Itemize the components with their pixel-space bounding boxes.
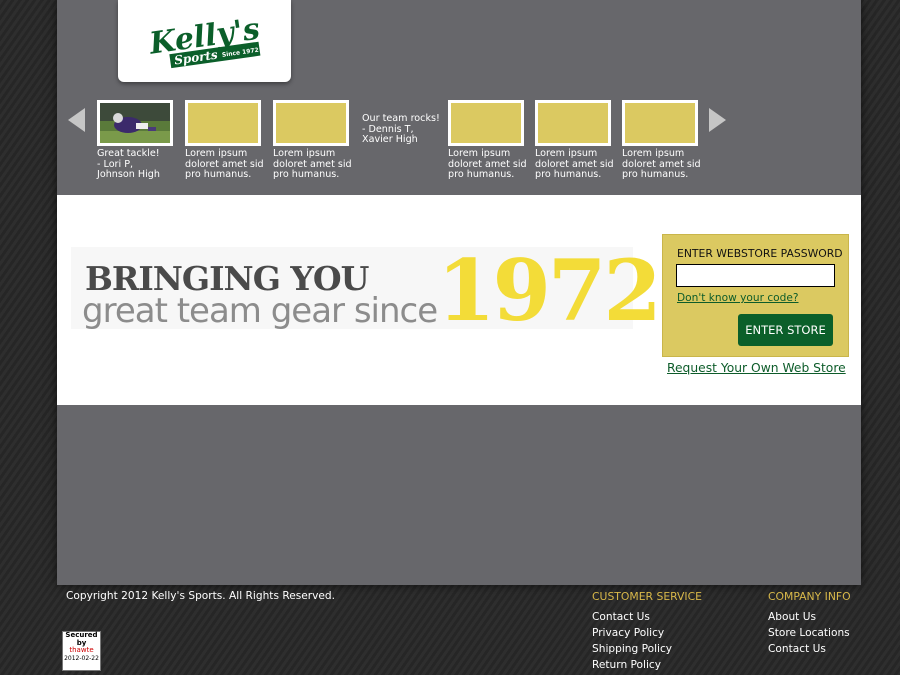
- footer-link-about-us[interactable]: About Us: [768, 609, 851, 625]
- banner-subheadline: great team gear since: [82, 291, 438, 331]
- webstore-password-input[interactable]: [676, 264, 835, 287]
- carousel-thumbnail[interactable]: [535, 100, 611, 146]
- footer-link-contact-us-2[interactable]: Contact Us: [768, 641, 851, 657]
- copyright-text: Copyright 2012 Kelly's Sports. All Right…: [66, 590, 336, 602]
- webstore-login-box: ENTER WEBSTORE PASSWORD Don't know your …: [662, 234, 849, 357]
- page-container: Kelly's Sports Since 1972 Great tackle! …: [57, 0, 861, 585]
- hero-banner: BRINGING YOU great team gear since 1972: [71, 241, 662, 340]
- carousel-thumbnail[interactable]: [448, 100, 524, 146]
- carousel-item[interactable]: Great tackle! - Lori P, Johnson High: [97, 100, 177, 181]
- carousel-item[interactable]: Lorem ipsum doloret amet sid pro humanus…: [535, 100, 615, 181]
- footer-link-privacy-policy[interactable]: Privacy Policy: [592, 625, 702, 641]
- carousel-next-button[interactable]: [709, 108, 727, 136]
- carousel-thumbnail[interactable]: [622, 100, 698, 146]
- hero-band: BRINGING YOU great team gear since 1972 …: [57, 195, 861, 405]
- logo-card[interactable]: Kelly's Sports Since 1972: [118, 0, 291, 82]
- request-web-store-link[interactable]: Request Your Own Web Store: [667, 361, 846, 375]
- carousel-item[interactable]: Lorem ipsum doloret amet sid pro humanus…: [448, 100, 528, 181]
- company-info-heading: COMPANY INFO: [768, 590, 851, 603]
- carousel-caption: Lorem ipsum doloret amet sid pro humanus…: [448, 148, 527, 181]
- customer-service-heading: CUSTOMER SERVICE: [592, 590, 702, 603]
- secured-badge-date: 2012-02-22: [64, 654, 99, 662]
- carousel-item[interactable]: Lorem ipsum doloret amet sid pro humanus…: [622, 100, 702, 181]
- carousel-caption: Great tackle! - Lori P, Johnson High: [97, 148, 160, 181]
- banner-year: 1972: [437, 241, 662, 340]
- carousel-caption: Lorem ipsum doloret amet sid pro humanus…: [535, 148, 614, 181]
- footer-link-contact-us[interactable]: Contact Us: [592, 609, 702, 625]
- footer-company-info: COMPANY INFO About Us Store Locations Co…: [768, 590, 851, 657]
- arrow-left-icon: [68, 108, 85, 132]
- footer-link-store-locations[interactable]: Store Locations: [768, 625, 851, 641]
- carousel-caption: Lorem ipsum doloret amet sid pro humanus…: [273, 148, 352, 181]
- enter-store-button[interactable]: ENTER STORE: [738, 314, 833, 346]
- footer-link-return-policy[interactable]: Return Policy: [592, 657, 702, 673]
- secured-badge-line3: thawte: [69, 646, 94, 654]
- football-tackle-photo: [100, 103, 170, 143]
- footer-customer-service: CUSTOMER SERVICE Contact Us Privacy Poli…: [592, 590, 702, 673]
- forgot-code-link[interactable]: Don't know your code?: [677, 292, 799, 304]
- carousel-thumbnail-photo[interactable]: [97, 100, 173, 146]
- carousel-quote: Our team rocks! - Dennis T, Xavier High: [362, 113, 440, 146]
- password-label: ENTER WEBSTORE PASSWORD: [677, 247, 843, 260]
- carousel-caption: Lorem ipsum doloret amet sid pro humanus…: [622, 148, 701, 181]
- carousel-thumbnail[interactable]: [273, 100, 349, 146]
- carousel-caption: Lorem ipsum doloret amet sid pro humanus…: [185, 148, 264, 181]
- arrow-right-icon: [709, 108, 726, 132]
- secured-badge[interactable]: Secured by thawte 2012-02-22: [62, 631, 101, 671]
- carousel-item[interactable]: Lorem ipsum doloret amet sid pro humanus…: [273, 100, 353, 181]
- footer-link-shipping-policy[interactable]: Shipping Policy: [592, 641, 702, 657]
- kellys-logo: Kelly's Sports Since 1972: [146, 12, 262, 69]
- carousel-thumbnail[interactable]: [185, 100, 261, 146]
- carousel-prev-button[interactable]: [68, 108, 86, 136]
- carousel-item[interactable]: Lorem ipsum doloret amet sid pro humanus…: [185, 100, 265, 181]
